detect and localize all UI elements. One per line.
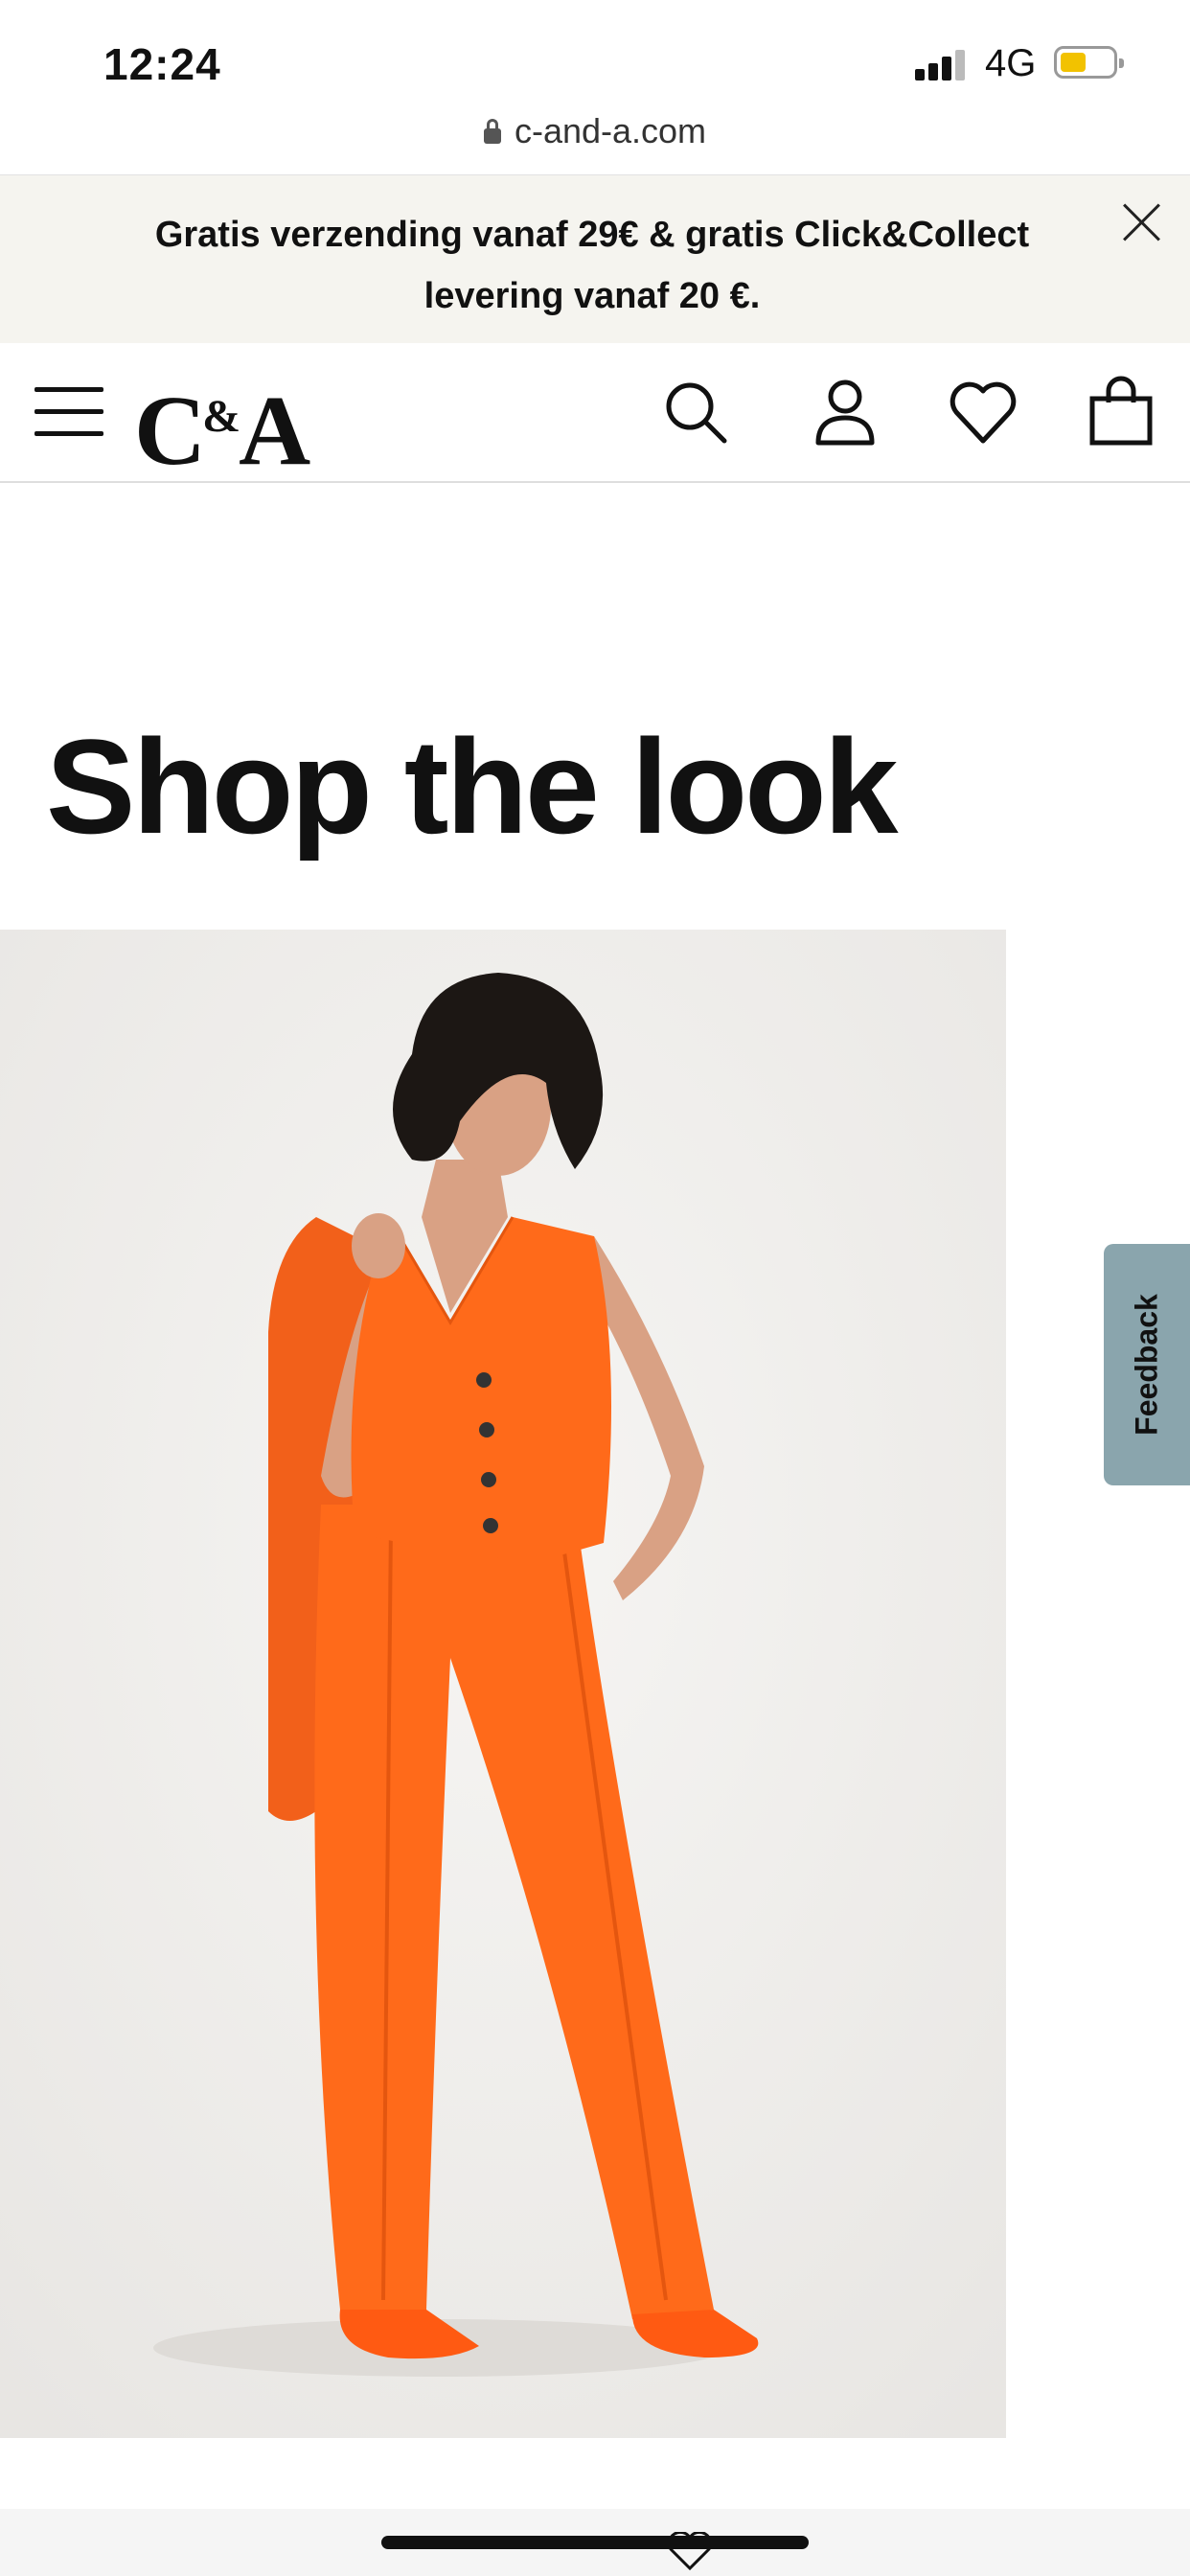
lock-icon	[483, 119, 501, 144]
promo-line-2: levering vanaf 20 €.	[423, 276, 761, 316]
close-icon[interactable]	[1121, 201, 1163, 243]
battery-icon	[1054, 46, 1124, 79]
promo-banner: Gratis verzending vanaf 29€ & gratis Cli…	[0, 174, 1190, 344]
promo-line-1: Gratis verzending vanaf 29€ & gratis Cli…	[154, 215, 1030, 255]
feedback-label: Feedback	[1129, 1294, 1164, 1436]
signal-icon	[915, 48, 971, 80]
home-indicator[interactable]	[381, 2536, 809, 2549]
status-time: 12:24	[103, 39, 221, 89]
address-bar[interactable]: c-and-a.com	[0, 111, 1190, 151]
logo-c: C	[134, 376, 206, 486]
search-icon[interactable]	[657, 374, 734, 450]
logo-a: A	[239, 376, 310, 486]
menu-icon[interactable]	[34, 385, 103, 439]
account-icon[interactable]	[807, 374, 883, 450]
feedback-tab[interactable]: Feedback	[1104, 1244, 1190, 1485]
hero-image[interactable]	[0, 930, 1006, 2438]
brand-logo[interactable]: C&A	[134, 364, 310, 486]
shopping-bag-icon[interactable]	[1083, 374, 1159, 450]
logo-ampersand: &	[202, 391, 240, 442]
promo-text: Gratis verzending vanaf 29€ & gratis Cli…	[115, 204, 1069, 327]
site-header: C&A	[0, 343, 1190, 486]
wishlist-heart-icon[interactable]	[945, 374, 1021, 450]
network-type: 4G	[985, 42, 1037, 84]
status-bar: 12:24 4G c-and-a.com	[0, 0, 1190, 150]
model-orange-suit-illustration	[0, 930, 1006, 2438]
url-text: c-and-a.com	[514, 111, 707, 150]
page-title: Shop the look	[46, 711, 899, 862]
